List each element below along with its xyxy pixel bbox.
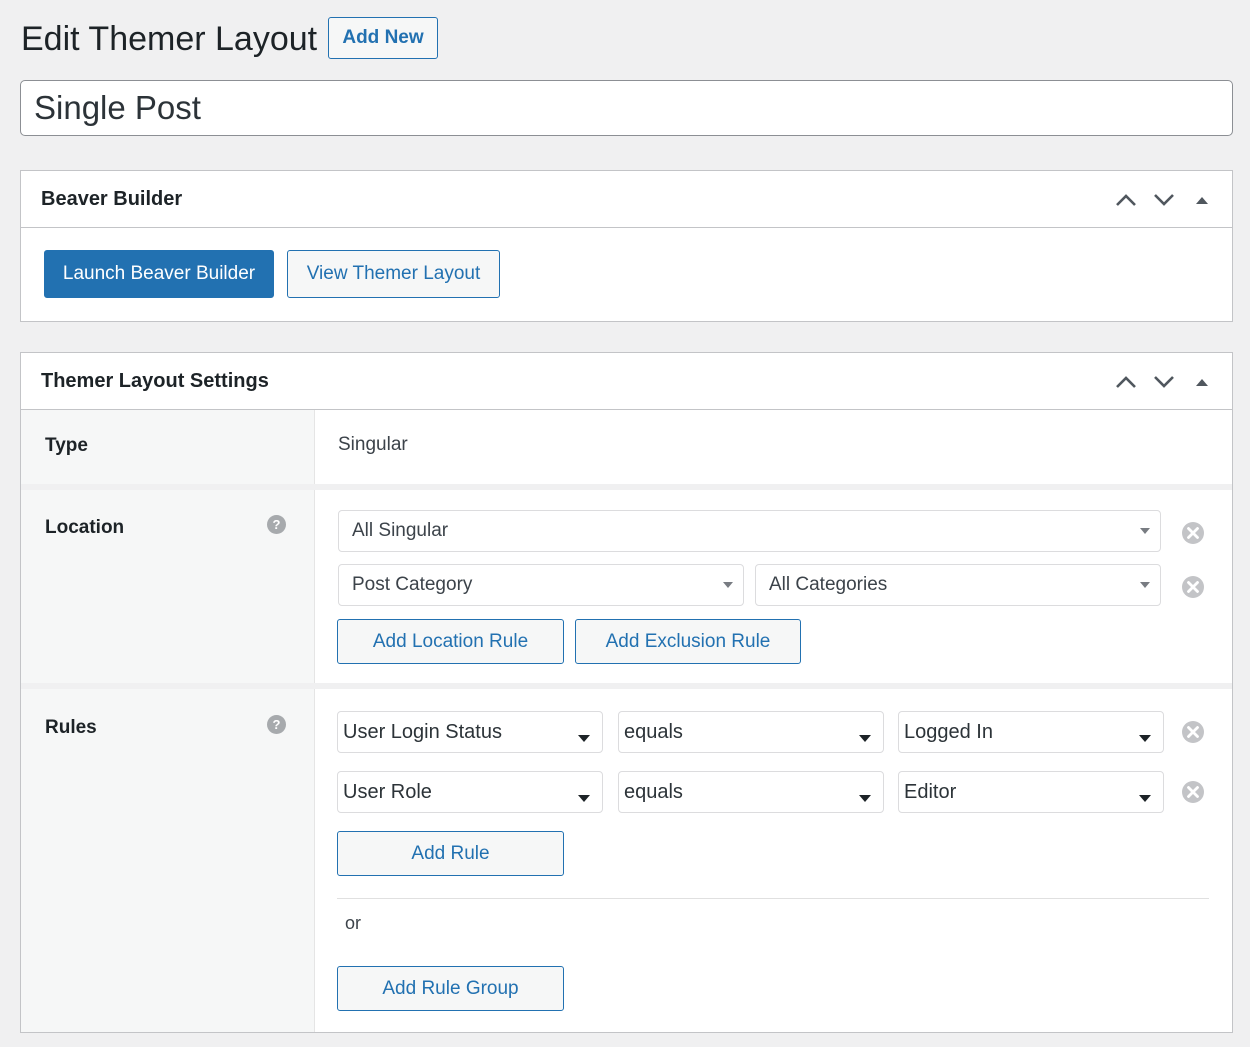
caret-down-icon [578, 735, 590, 742]
rules-label-cell: Rules ? [21, 689, 315, 1032]
rule-group-divider [337, 898, 1209, 899]
rule-operator-value: equals [624, 780, 683, 803]
rule-subject-value: User Role [343, 780, 432, 803]
handle-actions [1114, 353, 1214, 410]
caret-down-icon [723, 582, 733, 588]
rule-value-value: Editor [904, 780, 957, 803]
type-label: Type [45, 435, 88, 456]
caret-down-icon [859, 735, 871, 742]
caret-down-icon [1139, 795, 1151, 802]
help-icon[interactable]: ? [267, 715, 286, 734]
rule-operator-value: equals [624, 720, 683, 743]
location-row: Location ? All Singular Post Category Al… [21, 490, 1232, 683]
chevron-down-icon[interactable] [1152, 370, 1176, 394]
location-label-cell: Location ? [21, 490, 315, 683]
rule-operator-select[interactable]: equals [618, 711, 884, 753]
type-row: Type Singular [21, 410, 1232, 484]
rule-subject-value: User Login Status [343, 720, 502, 743]
handle-actions [1114, 171, 1214, 228]
location-term-value: All Categories [769, 574, 888, 595]
triangle-up-icon[interactable] [1190, 370, 1214, 394]
beaver-builder-box: Beaver Builder Launch Beaver Builder Vie… [20, 170, 1233, 322]
post-title-input[interactable]: Single Post [20, 80, 1233, 136]
chevron-up-icon[interactable] [1114, 370, 1138, 394]
triangle-up-icon[interactable] [1190, 188, 1214, 212]
caret-down-icon [859, 795, 871, 802]
add-rule-button[interactable]: Add Rule [337, 831, 564, 876]
rule-operator-select[interactable]: equals [618, 771, 884, 813]
location-type-value: Post Category [352, 574, 473, 595]
add-new-button[interactable]: Add New [328, 17, 438, 59]
caret-down-icon [1140, 582, 1150, 588]
chevron-up-icon[interactable] [1114, 188, 1138, 212]
rules-label: Rules [45, 717, 97, 738]
rules-row: Rules ? User Login Status equals Logged … [21, 689, 1232, 1032]
close-circle-icon[interactable] [1181, 720, 1205, 744]
page-title: Edit Themer Layout [21, 20, 318, 58]
themer-settings-header: Themer Layout Settings [21, 353, 1232, 410]
themer-settings-title: Themer Layout Settings [41, 369, 269, 392]
rule-subject-select[interactable]: User Login Status [337, 711, 603, 753]
type-value: Singular [338, 434, 408, 455]
view-themer-layout-button[interactable]: View Themer Layout [287, 250, 500, 298]
add-rule-group-button[interactable]: Add Rule Group [337, 966, 564, 1011]
close-circle-icon[interactable] [1181, 521, 1205, 545]
rule-value-select[interactable]: Logged In [898, 711, 1164, 753]
location-rule-select[interactable]: All Singular [338, 510, 1161, 552]
location-term-select[interactable]: All Categories [755, 564, 1161, 606]
beaver-builder-header: Beaver Builder [21, 171, 1232, 228]
launch-beaver-builder-button[interactable]: Launch Beaver Builder [44, 250, 274, 298]
beaver-builder-title: Beaver Builder [41, 187, 183, 210]
themer-settings-box: Themer Layout Settings Type Singular Loc… [20, 352, 1233, 1033]
add-location-rule-button[interactable]: Add Location Rule [337, 619, 564, 664]
help-icon[interactable]: ? [267, 515, 286, 534]
close-circle-icon[interactable] [1181, 780, 1205, 804]
or-separator: or [345, 913, 362, 933]
rule-value-select[interactable]: Editor [898, 771, 1164, 813]
caret-down-icon [1140, 528, 1150, 534]
caret-down-icon [1139, 735, 1151, 742]
rule-subject-select[interactable]: User Role [337, 771, 603, 813]
type-label-cell: Type [21, 410, 315, 484]
location-type-select[interactable]: Post Category [338, 564, 744, 606]
chevron-down-icon[interactable] [1152, 188, 1176, 212]
location-label: Location [45, 517, 125, 538]
caret-down-icon [578, 795, 590, 802]
location-rule-value: All Singular [352, 520, 449, 541]
close-circle-icon[interactable] [1181, 575, 1205, 599]
add-exclusion-rule-button[interactable]: Add Exclusion Rule [575, 619, 801, 664]
rule-value-value: Logged In [904, 720, 993, 743]
